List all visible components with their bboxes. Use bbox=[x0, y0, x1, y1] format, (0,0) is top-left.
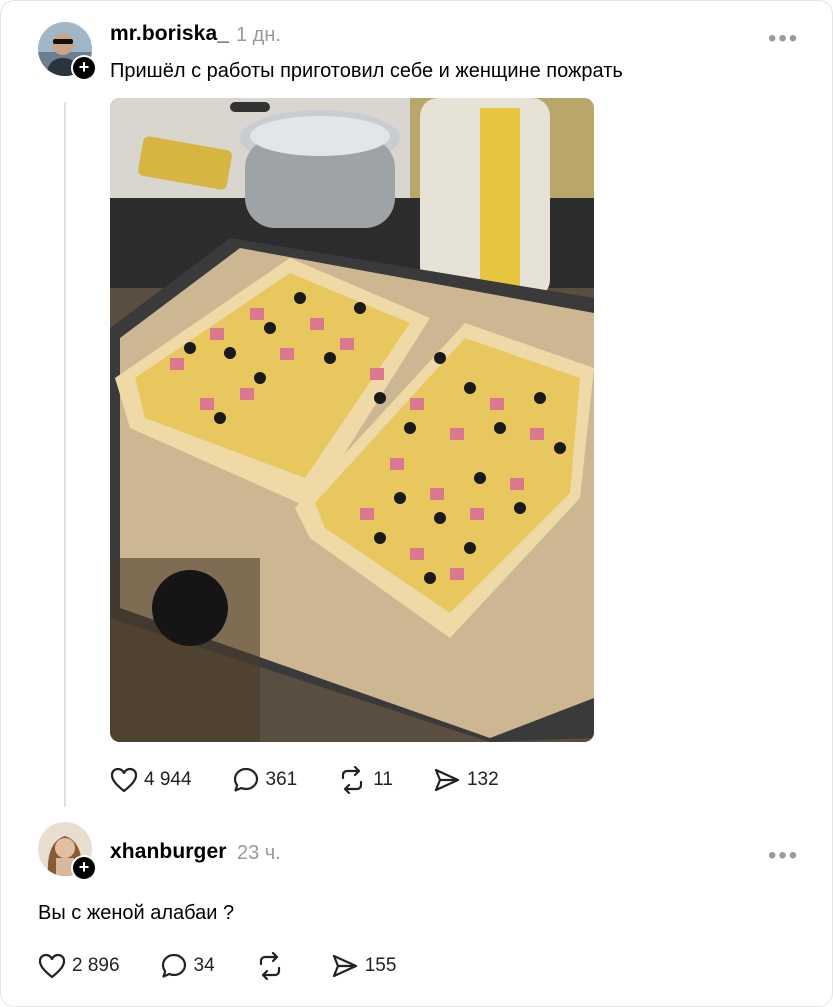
post-text: Вы с женой алабаи ? bbox=[38, 902, 235, 924]
share-button[interactable]: 132 bbox=[433, 767, 499, 793]
repost-icon bbox=[337, 766, 367, 794]
post-actions: 4 944 361 11 132 bbox=[110, 766, 539, 794]
more-dots-icon[interactable]: ••• bbox=[768, 844, 799, 868]
heart-icon bbox=[38, 953, 66, 979]
post-actions: 2 896 34 155 bbox=[38, 952, 436, 980]
post-username[interactable]: xhanburger bbox=[110, 840, 227, 864]
repost-button[interactable] bbox=[255, 952, 291, 980]
share-button[interactable]: 155 bbox=[331, 953, 397, 979]
post-photo[interactable] bbox=[110, 98, 594, 742]
repost-count: 11 bbox=[373, 769, 393, 790]
comment-count: 361 bbox=[265, 769, 298, 790]
share-count: 132 bbox=[466, 769, 499, 790]
send-icon bbox=[331, 953, 359, 979]
post-time: 1 дн. bbox=[236, 24, 281, 46]
heart-icon bbox=[110, 767, 138, 793]
repost-button[interactable]: 11 bbox=[337, 766, 393, 794]
comment-button[interactable]: 361 bbox=[232, 766, 298, 794]
repost-icon bbox=[255, 952, 285, 980]
post-text: Пришёл с работы приготовил себе и женщин… bbox=[110, 60, 623, 82]
like-count: 2 896 bbox=[72, 955, 120, 976]
comment-bubble-icon bbox=[160, 952, 188, 980]
follow-plus-icon[interactable]: + bbox=[71, 55, 97, 81]
send-icon bbox=[433, 767, 461, 793]
comment-button[interactable]: 34 bbox=[160, 952, 215, 980]
comment-count: 34 bbox=[193, 955, 215, 976]
follow-plus-icon[interactable]: + bbox=[71, 855, 97, 881]
like-count: 4 944 bbox=[144, 769, 192, 790]
like-button[interactable]: 2 896 bbox=[38, 953, 120, 979]
post-time: 23 ч. bbox=[237, 842, 281, 864]
like-button[interactable]: 4 944 bbox=[110, 767, 192, 793]
more-dots-icon[interactable]: ••• bbox=[768, 27, 799, 51]
post-username[interactable]: mr.boriska_ bbox=[110, 22, 229, 46]
share-count: 155 bbox=[364, 955, 397, 976]
thread-line bbox=[64, 102, 66, 807]
comment-bubble-icon bbox=[232, 766, 260, 794]
